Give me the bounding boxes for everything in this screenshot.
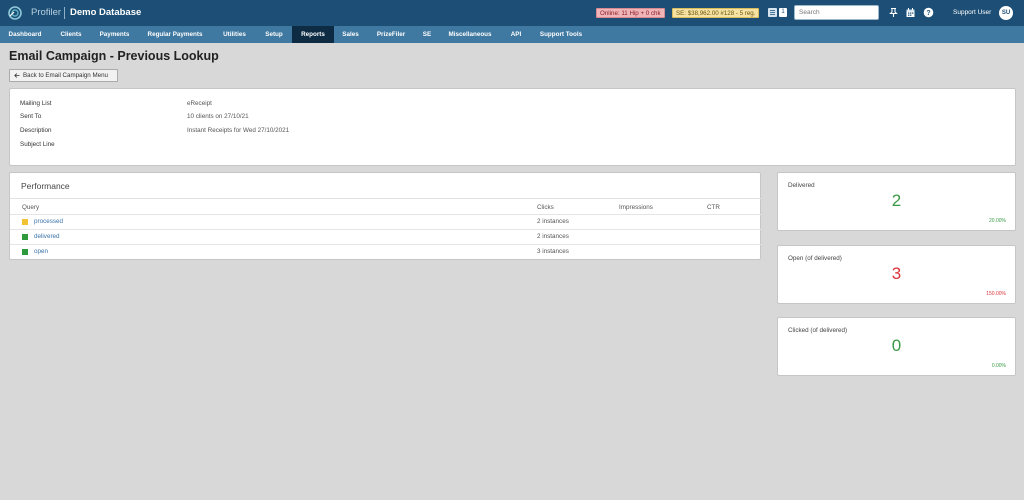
stat-value: 3 [891, 264, 902, 283]
help-icon[interactable]: ? [923, 7, 934, 18]
clicks-cell: 2 instances [537, 218, 569, 225]
nav-item-utilities[interactable]: Utilities [213, 26, 256, 43]
stat-card-delivered: Delivered 2 20.00% [777, 172, 1016, 231]
detail-value-sent-to: 10 clients on 27/10/21 [187, 113, 249, 120]
back-button[interactable]: Back to Email Campaign Menu [9, 69, 118, 82]
detail-value-description: Instant Receipts for Wed 27/10/2021 [187, 127, 290, 134]
status-square [22, 234, 28, 240]
column-header-ctr: CTR [707, 204, 720, 211]
performance-title: Performance [21, 181, 70, 191]
nav-item-payments[interactable]: Payments [92, 26, 137, 43]
nav-item-dashboard[interactable]: Dashboard [0, 26, 50, 43]
page-title: Email Campaign - Previous Lookup [9, 49, 219, 63]
nav-item-reports[interactable]: Reports [292, 26, 334, 43]
stat-value: 2 [891, 191, 902, 210]
column-header-query: Query [22, 204, 40, 211]
stat-card-clicked: Clicked (of delivered) 0 0.00% [777, 317, 1016, 376]
detail-label-subject-line: Subject Line [20, 141, 55, 148]
performance-panel: Performance Query Clicks Impressions CTR… [9, 172, 761, 260]
online-status-badge[interactable]: Online: 11 Hip + 0 chk [596, 8, 665, 18]
stat-percent: 0.00% [991, 363, 1006, 369]
list-toggle-icon[interactable] [768, 8, 777, 17]
top-bar: Profiler Demo Database Online: 11 Hip + … [0, 0, 1024, 26]
nav-item-setup[interactable]: Setup [256, 26, 292, 43]
search-input[interactable] [794, 5, 879, 20]
arrow-left-icon [14, 73, 20, 78]
clicks-cell: 2 instances [537, 233, 569, 240]
profiler-logo-icon[interactable] [8, 6, 22, 20]
stat-value: 0 [891, 336, 902, 355]
detail-value-mailing-list: eReceipt [187, 100, 212, 107]
back-button-label: Back to Email Campaign Menu [23, 72, 108, 79]
campaign-details-panel: Mailing List eReceipt Sent To 10 clients… [9, 88, 1016, 166]
nav-item-clients[interactable]: Clients [50, 26, 92, 43]
nav-item-support-tools[interactable]: Support Tools [531, 26, 591, 43]
avatar[interactable]: SU [999, 6, 1013, 20]
brand-separator [64, 7, 65, 19]
nav-item-api[interactable]: API [501, 26, 531, 43]
status-square [22, 219, 28, 225]
nav-item-sales[interactable]: Sales [334, 26, 367, 43]
query-link-open[interactable]: open [34, 248, 48, 255]
table-row: open 3 instances [10, 244, 761, 259]
detail-label-sent-to: Sent To [20, 113, 42, 120]
stat-percent: 20.00% [989, 218, 1006, 224]
toggle-count-badge[interactable]: 1 [779, 8, 787, 17]
column-header-clicks: Clicks [537, 204, 554, 211]
status-square [22, 249, 28, 255]
detail-label-mailing-list: Mailing List [20, 100, 52, 107]
nav-item-se[interactable]: SE [415, 26, 439, 43]
nav-item-prizefiler[interactable]: PrizeFiler [367, 26, 415, 43]
stat-label: Clicked (of delivered) [788, 327, 848, 334]
detail-label-description: Description [20, 127, 52, 134]
clicks-cell: 3 instances [537, 248, 569, 255]
calendar-icon[interactable] [905, 7, 916, 18]
se-status-badge[interactable]: SE: $38,962.00 #128 - 5 reg. [672, 8, 760, 18]
nav-item-miscellaneous[interactable]: Miscellaneous [439, 26, 501, 43]
stat-card-open: Open (of delivered) 3 150.00% [777, 245, 1016, 304]
user-name[interactable]: Support User [953, 9, 991, 16]
table-row: processed 2 instances [10, 214, 761, 229]
stat-label: Delivered [788, 182, 815, 189]
table-row: delivered 2 instances [10, 229, 761, 244]
main-nav: Dashboard Clients Payments Regular Payme… [0, 26, 1024, 43]
database-name[interactable]: Demo Database [70, 7, 141, 18]
query-link-processed[interactable]: processed [34, 218, 63, 225]
column-header-impressions: Impressions [619, 204, 653, 211]
performance-divider [10, 198, 761, 199]
pin-icon[interactable] [888, 7, 899, 18]
svg-text:?: ? [926, 10, 930, 17]
nav-item-regular-payments[interactable]: Regular Payments [137, 26, 213, 43]
stat-label: Open (of delivered) [788, 255, 842, 262]
query-link-delivered[interactable]: delivered [34, 233, 60, 240]
brand-name[interactable]: Profiler [31, 7, 61, 18]
stat-percent: 150.00% [986, 291, 1006, 297]
